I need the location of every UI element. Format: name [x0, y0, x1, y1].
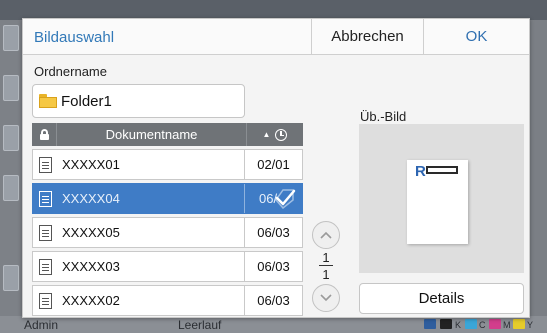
page-total: 1 — [322, 267, 330, 282]
folder-select-button[interactable]: Folder1 — [32, 84, 245, 118]
table-row[interactable]: XXXXX02 06/03 — [32, 285, 303, 316]
document-icon — [39, 292, 52, 309]
document-date: 06/03 — [257, 225, 290, 240]
background-tile — [3, 125, 19, 151]
table-row[interactable]: XXXXX05 06/03 — [32, 217, 303, 248]
document-name: XXXXX02 — [62, 293, 120, 308]
toner-m-icon — [489, 319, 501, 329]
background-user-label: Admin — [24, 318, 59, 332]
image-selection-dialog: Bildauswahl Abbrechen OK Ordnername Fold… — [22, 18, 530, 318]
background-topbar — [0, 0, 547, 20]
background-status-icon — [424, 319, 436, 329]
dialog-title-bar: Bildauswahl Abbrechen OK — [23, 19, 529, 55]
background-status-label: Leerlauf — [178, 318, 222, 332]
table-row[interactable]: XXXXX03 06/03 — [32, 251, 303, 282]
document-name: XXXXX01 — [62, 157, 120, 172]
chevron-down-icon — [320, 294, 332, 302]
page-indicator: 1 1 — [317, 251, 335, 281]
toner-k-label: K — [455, 320, 462, 330]
page-current: 1 — [322, 250, 330, 265]
preview-label: Üb.-Bild — [360, 109, 407, 124]
cancel-button[interactable]: Abbrechen — [311, 19, 423, 54]
background-right-panel — [530, 20, 547, 320]
toner-m-label: M — [503, 320, 511, 330]
toner-k-icon — [440, 319, 452, 329]
document-date: 06/03 — [257, 259, 290, 274]
background-sidebar — [0, 20, 22, 320]
document-icon — [39, 156, 52, 173]
folder-icon — [39, 94, 57, 108]
preview-thumbnail: R — [407, 160, 468, 244]
toner-c-icon — [465, 319, 477, 329]
background-tile — [3, 25, 19, 51]
ok-button[interactable]: OK — [423, 19, 529, 54]
document-name: XXXXX03 — [62, 259, 120, 274]
selected-check-icon — [275, 189, 296, 209]
document-name: XXXXX05 — [62, 225, 120, 240]
toner-c-label: C — [479, 320, 486, 330]
lock-icon — [32, 123, 56, 146]
document-icon — [39, 258, 52, 275]
background-tile — [3, 175, 19, 201]
folder-name-value: Folder1 — [61, 92, 112, 110]
page-divider — [319, 265, 333, 266]
details-button[interactable]: Details — [359, 283, 524, 314]
document-name: XXXXX04 — [62, 191, 120, 206]
preview-bar-graphic — [426, 166, 458, 174]
toner-y-icon — [513, 319, 525, 329]
document-icon — [39, 190, 52, 207]
document-name-column-header[interactable]: Dokumentname — [56, 123, 246, 146]
dialog-title: Bildauswahl — [34, 29, 115, 46]
folder-name-label: Ordnername — [34, 64, 107, 79]
background-tile — [3, 265, 19, 291]
page-down-button[interactable] — [312, 284, 340, 312]
clock-icon — [275, 128, 288, 141]
background-status-bar: Admin Leerlauf K C M Y — [0, 316, 547, 333]
preview-area: R — [359, 124, 524, 273]
table-row[interactable]: XXXXX01 02/01 — [32, 149, 303, 180]
preview-logo: R — [415, 163, 426, 180]
document-date: 06/03 — [257, 293, 290, 308]
table-header: Dokumentname ▲ — [32, 123, 303, 146]
background-tile — [3, 75, 19, 101]
page-up-button[interactable] — [312, 221, 340, 249]
chevron-up-icon — [320, 231, 332, 239]
toner-y-label: Y — [527, 320, 534, 330]
document-icon — [39, 224, 52, 241]
sort-ascending-icon: ▲ — [262, 130, 271, 139]
document-date: 02/01 — [257, 157, 290, 172]
date-column-header[interactable]: ▲ — [246, 123, 303, 146]
table-row-selected[interactable]: XXXXX04 06/ — [32, 183, 303, 214]
